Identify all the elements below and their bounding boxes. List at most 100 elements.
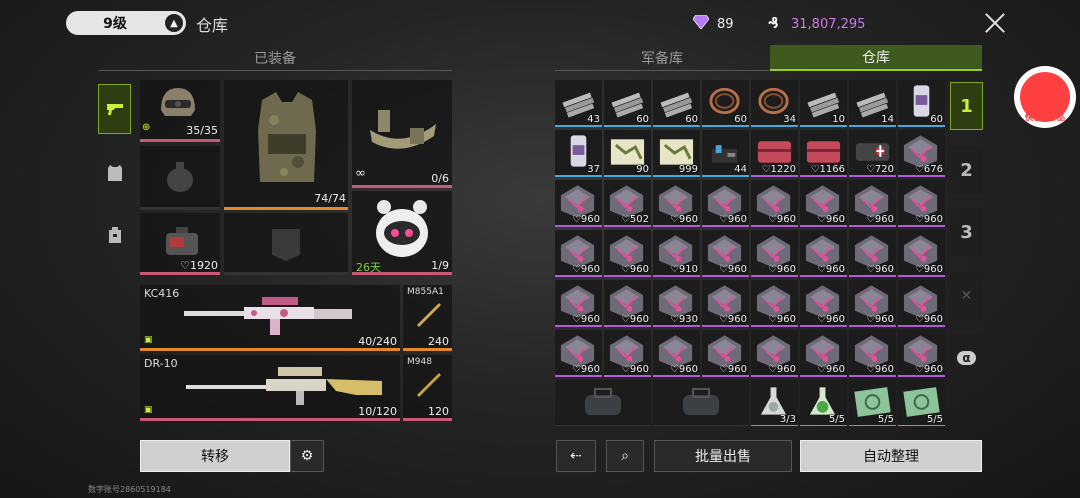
- inventory-item[interactable]: ♡960: [702, 330, 749, 377]
- tab-armory[interactable]: 军备库: [555, 45, 769, 71]
- inventory-item[interactable]: ♡960: [898, 180, 945, 227]
- secondary-weapon-slot[interactable]: DR-10 ▣ 10/120: [140, 355, 400, 421]
- inventory-item[interactable]: 60: [653, 80, 700, 127]
- back-arrow-icon: ⇠: [570, 448, 582, 464]
- auto-sort-button[interactable]: 自动整理: [800, 440, 982, 472]
- rarity-bar: [800, 175, 847, 177]
- inventory-item[interactable]: ♡960: [555, 230, 602, 277]
- settings-button[interactable]: ⚙: [290, 440, 324, 472]
- kuaishou-badge[interactable]: 快手有作品: [1014, 66, 1076, 128]
- tab-backpack[interactable]: [98, 210, 131, 260]
- helmet-slot[interactable]: ⊕ 35/35: [140, 80, 220, 142]
- inventory-item[interactable]: 60: [898, 80, 945, 127]
- bag-slot[interactable]: ♡1920: [140, 213, 220, 275]
- rarity-bar: [849, 375, 896, 377]
- inventory-item[interactable]: 60: [604, 80, 651, 127]
- item-quantity: 3/3: [779, 414, 796, 425]
- inventory-item[interactable]: 3/3: [751, 380, 798, 426]
- inventory-item[interactable]: ♡960: [702, 280, 749, 327]
- bulk-sell-button[interactable]: 批量出售: [654, 440, 792, 472]
- inventory-item[interactable]: ♡960: [604, 280, 651, 327]
- item-quantity: 14: [881, 114, 894, 125]
- inventory-item[interactable]: ♡930: [653, 280, 700, 327]
- inventory-item[interactable]: ♡960: [653, 180, 700, 227]
- attachment-icon: ▣: [144, 335, 153, 345]
- primary-weapon-ammo: 40/240: [358, 335, 397, 348]
- pet-slot[interactable]: 26天 1/9: [352, 191, 452, 275]
- close-button[interactable]: [982, 10, 1008, 36]
- secondary-ammo-slot[interactable]: M948 120: [403, 355, 452, 421]
- page-title: 仓库: [196, 16, 229, 35]
- inventory-item[interactable]: 90: [604, 130, 651, 177]
- inventory-item[interactable]: ♡960: [898, 280, 945, 327]
- inventory-item[interactable]: ♡502: [604, 180, 651, 227]
- inventory-item[interactable]: ♡720: [849, 130, 896, 177]
- tab-armor[interactable]: [98, 148, 131, 198]
- inventory-item[interactable]: 10: [800, 80, 847, 127]
- inventory-item[interactable]: ♡960: [898, 330, 945, 377]
- filter-toggle[interactable]: α: [950, 334, 983, 382]
- inventory-item[interactable]: ♡960: [849, 280, 896, 327]
- inventory-item[interactable]: ♡1220: [751, 130, 798, 177]
- inventory-item[interactable]: ♡960: [800, 180, 847, 227]
- inventory-item[interactable]: 37: [555, 130, 602, 177]
- rarity-bar: [653, 375, 700, 377]
- tab-weapons[interactable]: [98, 84, 131, 134]
- item-quantity: 44: [734, 164, 747, 175]
- inventory-item[interactable]: 5/5: [849, 380, 896, 426]
- inventory-item[interactable]: ♡960: [555, 180, 602, 227]
- inventory-item[interactable]: ♡960: [751, 330, 798, 377]
- rarity-bar: [604, 325, 651, 327]
- rarity-bar: [898, 175, 945, 177]
- inventory-item[interactable]: ♡960: [849, 330, 896, 377]
- inventory-item[interactable]: ♡960: [555, 280, 602, 327]
- armor-slot[interactable]: 74/74: [224, 80, 348, 210]
- tab-warehouse[interactable]: 仓库: [770, 45, 982, 71]
- inventory-item[interactable]: ♡960: [800, 330, 847, 377]
- inventory-item[interactable]: ♡960: [653, 330, 700, 377]
- belt-slot[interactable]: ∞ 0/6: [352, 80, 452, 188]
- plate-slot[interactable]: [224, 213, 348, 275]
- inventory-item[interactable]: ♡960: [751, 280, 798, 327]
- page-tab-2[interactable]: 2: [950, 146, 983, 194]
- inventory-item[interactable]: ♡910: [653, 230, 700, 277]
- inventory-item[interactable]: ♡1166: [800, 130, 847, 177]
- inventory-item[interactable]: ♡960: [751, 180, 798, 227]
- inventory-item[interactable]: ♡960: [800, 280, 847, 327]
- search-button[interactable]: ⌕: [606, 440, 644, 472]
- equipped-header: 已装备: [98, 45, 452, 71]
- rarity-bar: [849, 125, 896, 127]
- back-button[interactable]: ⇠: [556, 440, 596, 472]
- inventory-item[interactable]: ♡960: [751, 230, 798, 277]
- rarity-bar: [898, 225, 945, 227]
- inventory-item[interactable]: 60: [702, 80, 749, 127]
- item-quantity: ♡960: [816, 364, 845, 375]
- inventory-item[interactable]: 5/5: [800, 380, 847, 426]
- inventory-item[interactable]: 14: [849, 80, 896, 127]
- primary-weapon-slot[interactable]: KC416 ▣ 40/240: [140, 285, 400, 351]
- inventory-item[interactable]: [653, 380, 749, 426]
- inventory-item[interactable]: 5/5: [898, 380, 945, 426]
- inventory-item[interactable]: ♡960: [849, 180, 896, 227]
- grenade-slot[interactable]: [140, 146, 220, 210]
- inventory-item[interactable]: ♡960: [604, 330, 651, 377]
- item-quantity: 10: [832, 114, 845, 125]
- page-tab-1[interactable]: 1: [950, 82, 983, 130]
- inventory-item[interactable]: ♡676: [898, 130, 945, 177]
- inventory-item[interactable]: ♡960: [604, 230, 651, 277]
- inventory-item[interactable]: 34: [751, 80, 798, 127]
- inventory-item[interactable]: ♡960: [555, 330, 602, 377]
- inventory-item[interactable]: ♡960: [702, 180, 749, 227]
- inventory-item[interactable]: 43: [555, 80, 602, 127]
- inventory-item[interactable]: ♡960: [898, 230, 945, 277]
- inventory-item[interactable]: ♡960: [849, 230, 896, 277]
- transfer-button[interactable]: 转移: [140, 440, 290, 472]
- inventory-item[interactable]: ♡960: [702, 230, 749, 277]
- inventory-item[interactable]: ♡960: [800, 230, 847, 277]
- level-pill[interactable]: 9级 ▲: [66, 11, 186, 35]
- inventory-item[interactable]: 44: [702, 130, 749, 177]
- inventory-item[interactable]: 999: [653, 130, 700, 177]
- page-tab-3[interactable]: 3: [950, 208, 983, 256]
- primary-ammo-slot[interactable]: M855A1 240: [403, 285, 452, 351]
- inventory-item[interactable]: [555, 380, 651, 426]
